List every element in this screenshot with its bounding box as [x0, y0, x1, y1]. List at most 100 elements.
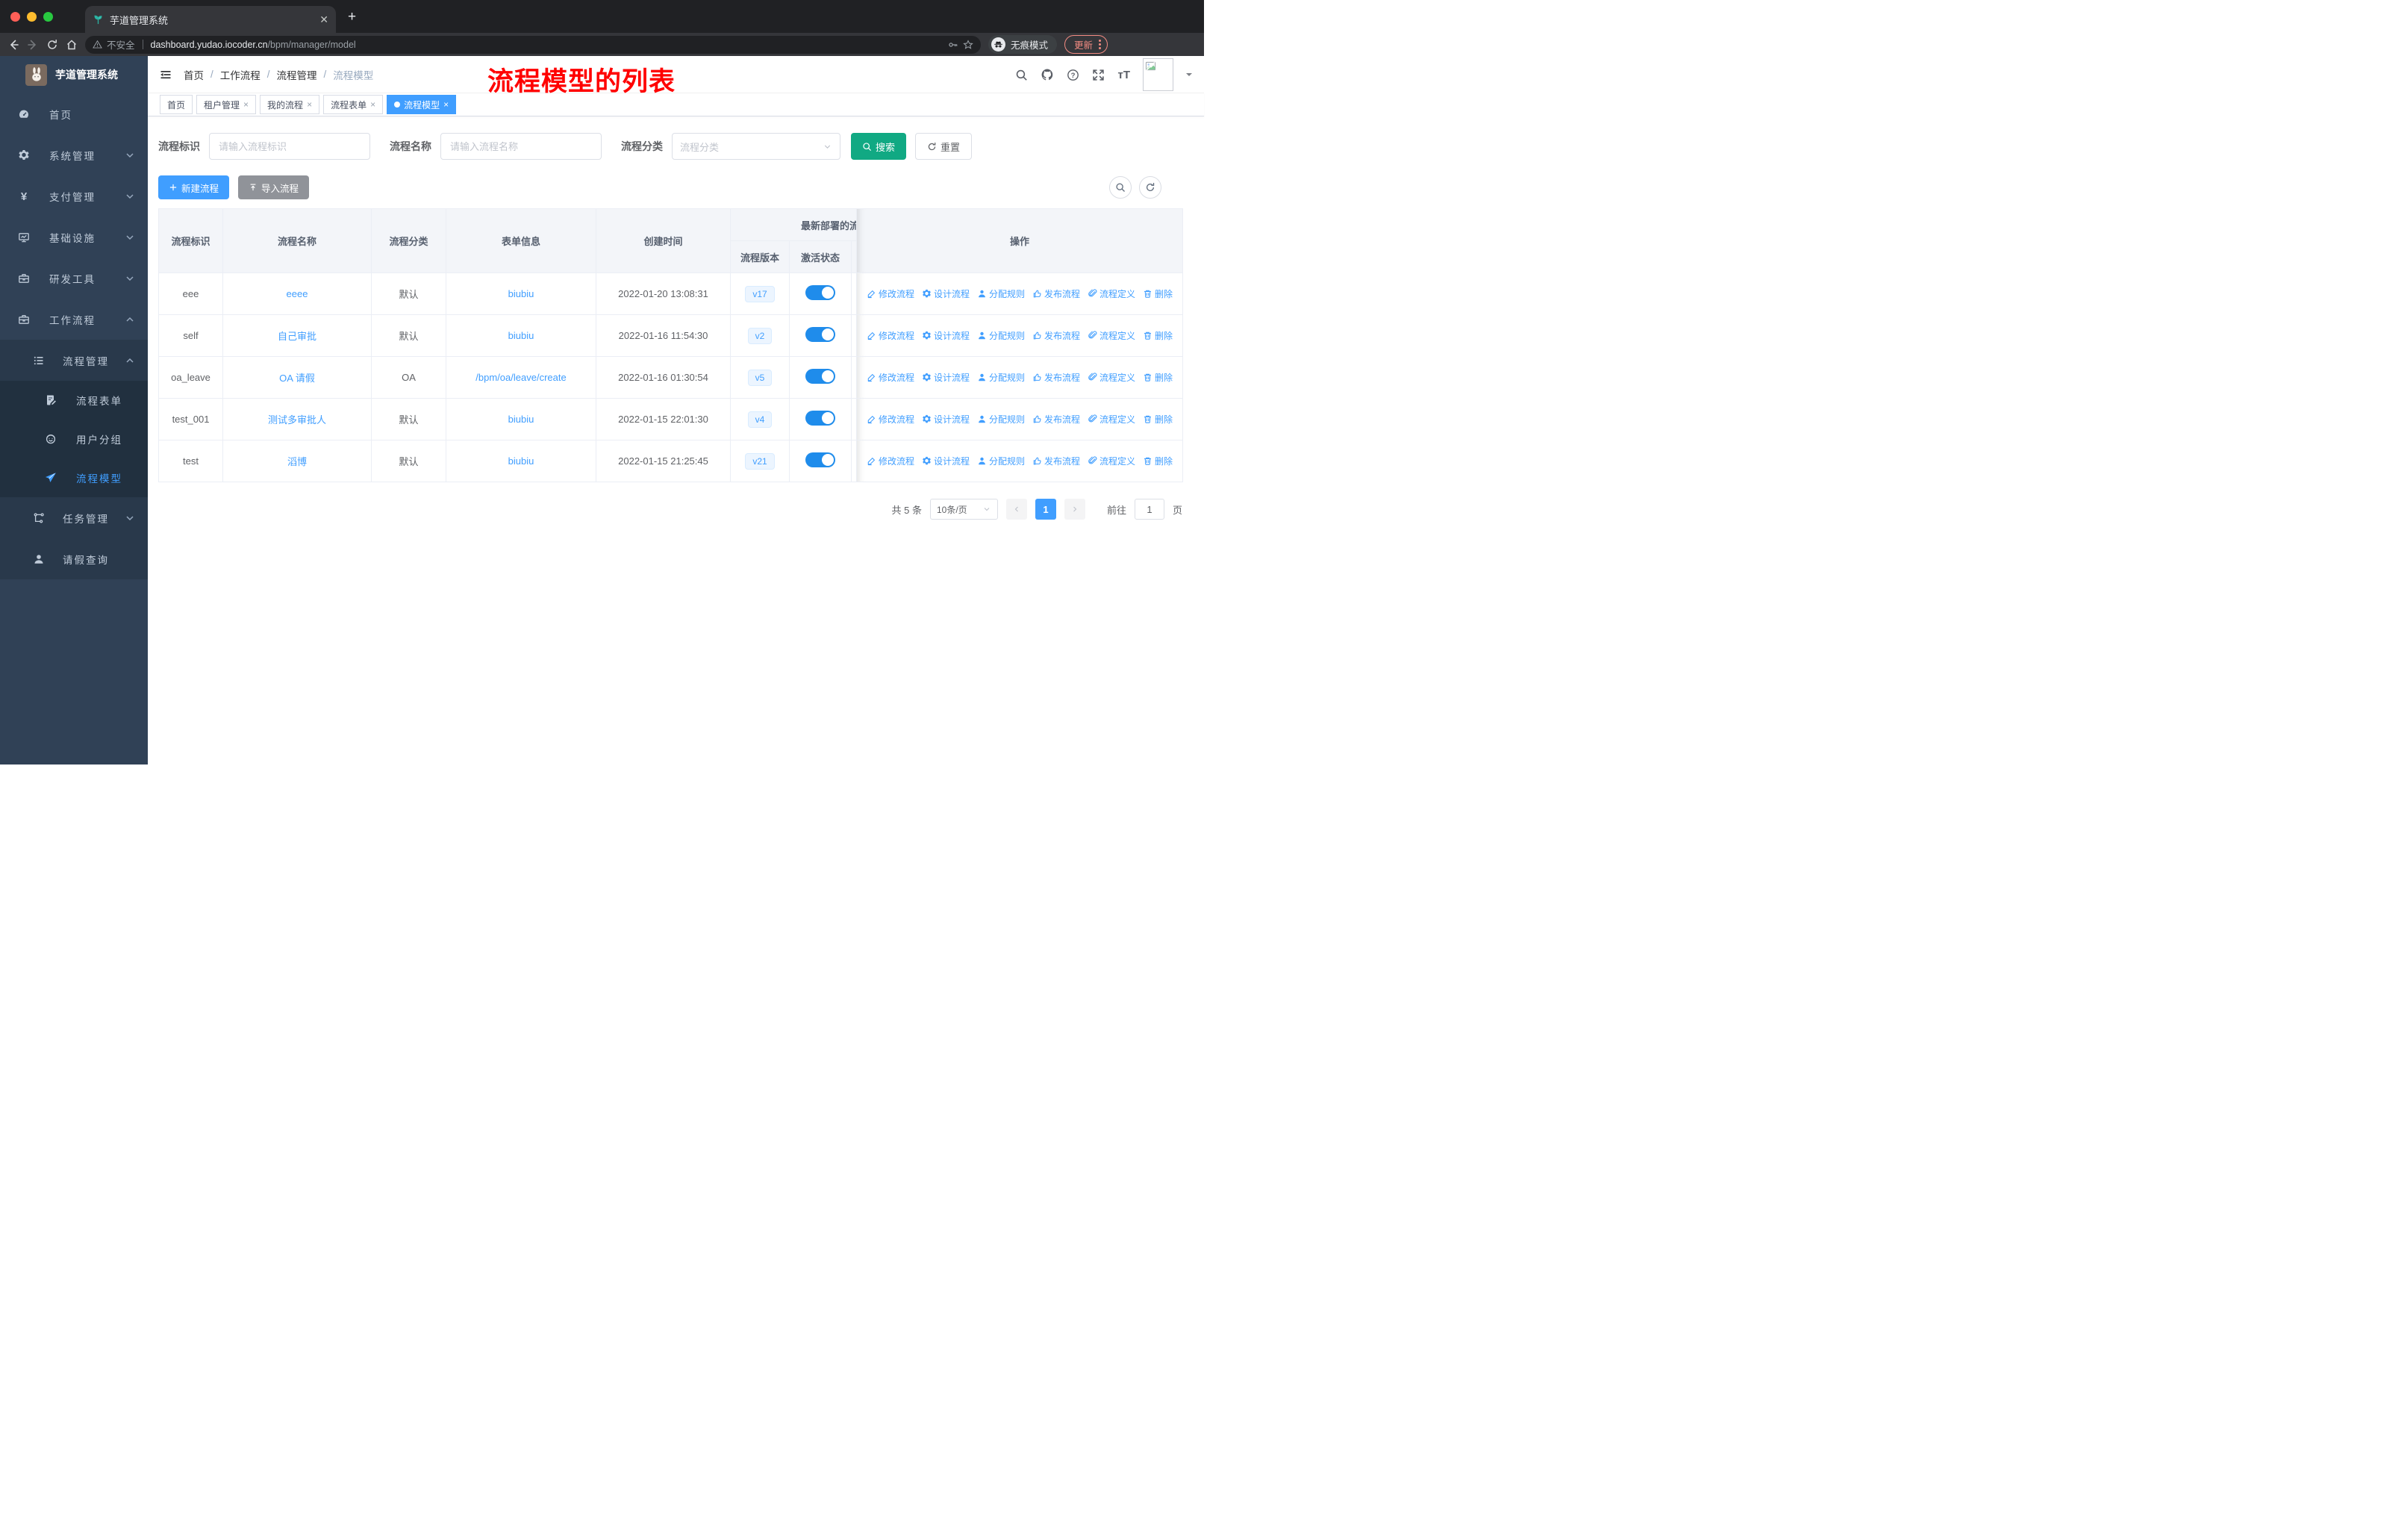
edit-process-link[interactable]: 修改流程	[867, 371, 914, 384]
forward-button[interactable]	[27, 39, 39, 51]
browser-menu-icon[interactable]	[1099, 40, 1102, 49]
chrome-update-button[interactable]: 更新	[1064, 35, 1108, 54]
breadcrumb-workflow[interactable]: 工作流程	[220, 67, 261, 82]
version-badge[interactable]: v2	[747, 327, 773, 344]
close-icon[interactable]: ×	[307, 99, 312, 110]
bookmark-star-icon[interactable]	[963, 40, 973, 50]
form-info-link[interactable]: biubiu	[508, 288, 534, 299]
active-toggle[interactable]	[805, 285, 835, 300]
form-info-link[interactable]: /bpm/oa/leave/create	[475, 372, 566, 383]
sidebar-item-system[interactable]: 系统管理	[0, 134, 148, 175]
process-key-input[interactable]	[209, 133, 370, 160]
search-icon[interactable]	[1015, 69, 1028, 81]
edit-process-link[interactable]: 修改流程	[867, 329, 914, 342]
assign-rule-link[interactable]: 分配规则	[977, 413, 1025, 426]
tag-process-form[interactable]: 流程表单 ×	[323, 95, 384, 114]
design-process-link[interactable]: 设计流程	[922, 287, 970, 300]
refresh-table-button[interactable]	[1139, 176, 1161, 199]
publish-process-link[interactable]: 发布流程	[1032, 455, 1080, 467]
page-size-select[interactable]: 10条/页	[929, 499, 998, 520]
page-number-current[interactable]: 1	[1035, 499, 1056, 520]
delete-link[interactable]: 删除	[1143, 371, 1173, 384]
edit-process-link[interactable]: 修改流程	[867, 455, 914, 467]
tag-my-process[interactable]: 我的流程 ×	[260, 95, 320, 114]
delete-link[interactable]: 删除	[1143, 413, 1173, 426]
collapse-sidebar-icon[interactable]	[160, 69, 172, 81]
tag-process-model[interactable]: 流程模型 ×	[387, 95, 457, 114]
design-process-link[interactable]: 设计流程	[922, 455, 970, 467]
active-toggle[interactable]	[805, 452, 835, 467]
sidebar-item-process-mgmt[interactable]: 流程管理	[0, 340, 148, 381]
form-info-link[interactable]: biubiu	[508, 414, 534, 425]
process-name-link[interactable]: 自己审批	[278, 331, 316, 342]
password-key-icon[interactable]	[948, 40, 958, 50]
help-icon[interactable]	[1067, 69, 1079, 81]
fullscreen-icon[interactable]	[1092, 69, 1105, 81]
breadcrumb-home[interactable]: 首页	[184, 67, 204, 82]
process-name-input[interactable]	[440, 133, 602, 160]
github-icon[interactable]	[1041, 68, 1054, 81]
close-icon[interactable]: ×	[443, 99, 449, 110]
process-name-link[interactable]: OA 请假	[279, 373, 315, 384]
form-info-link[interactable]: biubiu	[508, 330, 534, 341]
import-process-button[interactable]: 导入流程	[238, 175, 310, 199]
tag-tenant[interactable]: 租户管理 ×	[196, 95, 257, 114]
breadcrumb-process-mgmt[interactable]: 流程管理	[277, 67, 317, 82]
design-process-link[interactable]: 设计流程	[922, 413, 970, 426]
sidebar-item-workflow[interactable]: 工作流程	[0, 299, 148, 340]
delete-link[interactable]: 删除	[1143, 329, 1173, 342]
active-toggle[interactable]	[805, 369, 835, 384]
process-definition-link[interactable]: 流程定义	[1088, 413, 1135, 426]
address-bar[interactable]: 不安全 dashboard.yudao.iocoder.cn/bpm/manag…	[85, 35, 981, 54]
publish-process-link[interactable]: 发布流程	[1032, 287, 1080, 300]
process-name-link[interactable]: eeee	[287, 288, 308, 299]
process-definition-link[interactable]: 流程定义	[1088, 287, 1135, 300]
active-toggle[interactable]	[805, 327, 835, 342]
assign-rule-link[interactable]: 分配规则	[977, 455, 1025, 467]
process-definition-link[interactable]: 流程定义	[1088, 455, 1135, 467]
sidebar-item-user-group[interactable]: 用户分组	[0, 420, 148, 458]
close-icon[interactable]: ×	[243, 99, 249, 110]
reset-button[interactable]: 重置	[915, 133, 973, 160]
reload-button[interactable]	[46, 39, 58, 51]
delete-link[interactable]: 删除	[1143, 287, 1173, 300]
version-badge[interactable]: v4	[747, 411, 773, 428]
publish-process-link[interactable]: 发布流程	[1032, 329, 1080, 342]
toggle-search-button[interactable]	[1109, 176, 1132, 199]
prev-page-button[interactable]	[1005, 499, 1027, 520]
home-button[interactable]	[66, 39, 78, 51]
active-toggle[interactable]	[805, 411, 835, 426]
close-icon[interactable]: ×	[370, 99, 375, 110]
next-page-button[interactable]	[1064, 499, 1085, 520]
tag-home[interactable]: 首页	[160, 95, 193, 114]
process-category-select[interactable]: 流程分类	[672, 133, 840, 160]
browser-tab[interactable]: 芋道管理系统 ✕	[85, 6, 336, 33]
sidebar-item-home[interactable]: 首页	[0, 93, 148, 134]
create-process-button[interactable]: 新建流程	[158, 175, 230, 199]
window-close-button[interactable]	[10, 12, 20, 22]
process-definition-link[interactable]: 流程定义	[1088, 371, 1135, 384]
sidebar-item-process-model[interactable]: 流程模型	[0, 458, 148, 497]
assign-rule-link[interactable]: 分配规则	[977, 371, 1025, 384]
publish-process-link[interactable]: 发布流程	[1032, 371, 1080, 384]
sidebar-item-infra[interactable]: 基础设施	[0, 217, 148, 258]
delete-link[interactable]: 删除	[1143, 455, 1173, 467]
sidebar-item-devtools[interactable]: 研发工具	[0, 258, 148, 299]
process-name-link[interactable]: 测试多审批人	[268, 414, 326, 426]
assign-rule-link[interactable]: 分配规则	[977, 287, 1025, 300]
new-tab-button[interactable]: +	[348, 10, 356, 24]
goto-page-input[interactable]	[1134, 499, 1164, 520]
version-badge[interactable]: v17	[745, 285, 775, 302]
design-process-link[interactable]: 设计流程	[922, 329, 970, 342]
sidebar-item-leave-query[interactable]: 请假查询	[0, 538, 148, 579]
tab-close-icon[interactable]: ✕	[319, 13, 328, 26]
process-definition-link[interactable]: 流程定义	[1088, 329, 1135, 342]
edit-process-link[interactable]: 修改流程	[867, 413, 914, 426]
assign-rule-link[interactable]: 分配规则	[977, 329, 1025, 342]
sidebar-item-process-form[interactable]: 流程表单	[0, 381, 148, 420]
avatar-caret-icon[interactable]	[1186, 73, 1192, 79]
publish-process-link[interactable]: 发布流程	[1032, 413, 1080, 426]
font-size-icon[interactable]: ᴛT	[1117, 69, 1130, 81]
search-button[interactable]: 搜索	[851, 133, 907, 160]
version-badge[interactable]: v21	[745, 452, 775, 470]
